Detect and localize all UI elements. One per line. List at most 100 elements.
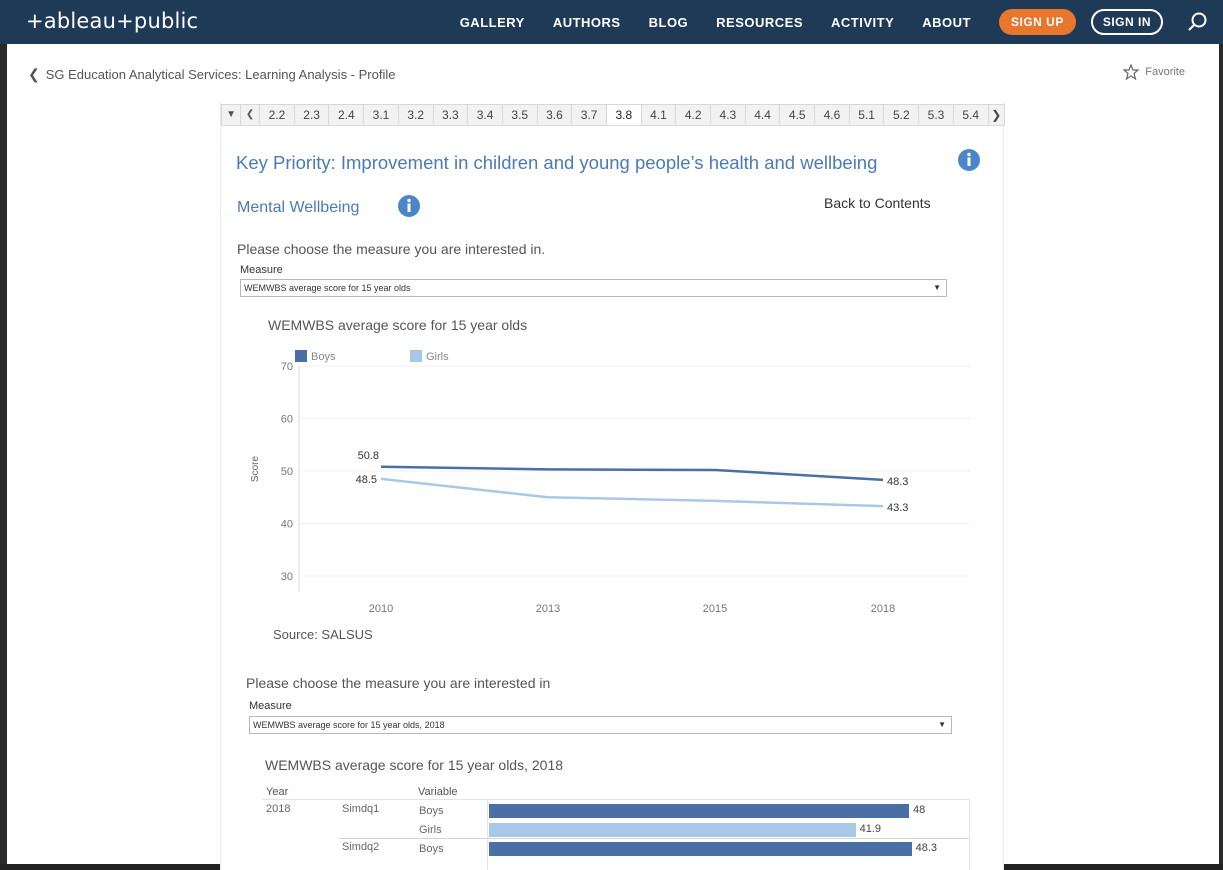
- star-icon[interactable]: [1123, 64, 1140, 80]
- main-nav: GALLERY AUTHORS BLOG RESOURCES ACTIVITY …: [460, 0, 1223, 44]
- series-line-boys[interactable]: [380, 465, 884, 482]
- chevron-left-icon[interactable]: ❮: [28, 66, 40, 83]
- tab-2-4[interactable]: 2.4: [329, 105, 365, 125]
- tab-3-5[interactable]: 3.5: [503, 105, 538, 125]
- breadcrumb[interactable]: ❮ SG Education Analytical Services: Lear…: [28, 66, 395, 83]
- bar-boys[interactable]: [489, 804, 909, 818]
- breadcrumb-label[interactable]: SG Education Analytical Services: Learni…: [46, 67, 396, 82]
- tableau-public-logo[interactable]: +ableau+public: [26, 9, 198, 33]
- key-priority-title: Key Priority: Improvement in children an…: [236, 152, 878, 173]
- top-nav-bar: +ableau+public GALLERY AUTHORS BLOG RESO…: [0, 0, 1223, 44]
- y-axis-title: Score: [250, 456, 261, 483]
- y-tick-label: 30: [281, 571, 293, 583]
- tab-4-1[interactable]: 4.1: [642, 105, 677, 125]
- sign-up-button[interactable]: SIGN UP: [998, 9, 1076, 35]
- tab-list: 2.2 2.3 2.4 3.1 3.2 3.3 3.4 3.5 3.6 3.7 3.8 4.1 4.2 4…: [260, 105, 989, 125]
- table-group-label: Simdq1: [342, 803, 380, 815]
- bar-value-label: 48.3: [915, 842, 938, 854]
- tab-3-6[interactable]: 3.6: [538, 105, 573, 125]
- source-note: Source: SALSUS: [273, 627, 373, 642]
- tab-scroll-left[interactable]: ❮: [241, 105, 261, 125]
- tab-4-2[interactable]: 4.2: [676, 105, 712, 125]
- chart-legend: Boys Girls: [295, 350, 449, 363]
- favorite-label[interactable]: Favorite: [1145, 66, 1185, 78]
- tab-5-4[interactable]: 5.4: [954, 105, 989, 125]
- tab-2-2[interactable]: 2.2: [260, 105, 295, 125]
- table-divider: [969, 799, 970, 870]
- x-tick-label: 2013: [536, 603, 560, 615]
- tab-menu-dropdown[interactable]: ▼: [222, 105, 242, 125]
- tab-3-2[interactable]: 3.2: [399, 105, 434, 125]
- tableau-dashboard: ▼ ❮ 2.2 2.3 2.4 3.1 3.2 3.3 3.4 3.5 3.6 3.7 3.8 4.1…: [220, 102, 1005, 870]
- tab-4-3[interactable]: 4.3: [711, 105, 746, 125]
- nav-blog[interactable]: BLOG: [649, 15, 689, 30]
- table-variable-label: Girls: [419, 824, 442, 836]
- table-variable-label: Boys: [419, 843, 444, 855]
- sheet-tab-strip: ▼ ❮ 2.2 2.3 2.4 3.1 3.2 3.3 3.4 3.5 3.6 3.7 3.8 4.1…: [221, 104, 1005, 126]
- tab-3-7[interactable]: 3.7: [572, 105, 607, 125]
- measure-dropdown-value: WEMWBS average score for 15 year olds: [244, 283, 411, 293]
- table-divider: [339, 838, 969, 839]
- nav-resources[interactable]: RESOURCES: [716, 15, 803, 30]
- measure-dropdown-2[interactable]: WEMWBS average score for 15 year olds, 2…: [249, 716, 952, 734]
- measure-dropdown[interactable]: WEMWBS average score for 15 year olds ▼: [240, 279, 947, 297]
- legend-label-boys[interactable]: Boys: [311, 351, 336, 363]
- y-tick-label: 50: [281, 466, 293, 478]
- measure-dropdown-2-value: WEMWBS average score for 15 year olds, 2…: [253, 720, 445, 730]
- line-chart: 70 60 50 40 30 2010 2013 2015 2018 Score 50.8 48.3…: [250, 350, 971, 615]
- x-tick-label: 2015: [703, 603, 727, 615]
- series-line-girls[interactable]: [380, 477, 884, 508]
- tab-5-1[interactable]: 5.1: [850, 105, 885, 125]
- x-tick-label: 2018: [871, 603, 895, 615]
- tab-3-1[interactable]: 3.1: [364, 105, 399, 125]
- chart-ticks: 70 60 50 40 30 2010 2013 2015 2018 Score: [250, 361, 895, 615]
- chevron-down-icon: ▼: [933, 283, 941, 292]
- sign-in-button[interactable]: SIGN IN: [1090, 9, 1163, 35]
- y-tick-label: 60: [281, 414, 293, 426]
- tab-5-2[interactable]: 5.2: [884, 105, 920, 125]
- chart-series: 50.8 48.3 48.5 43.3: [356, 450, 909, 514]
- table-header-year: Year: [266, 786, 289, 798]
- tab-3-4[interactable]: 3.4: [468, 105, 503, 125]
- bar-girls[interactable]: [489, 823, 856, 837]
- table-divider: [262, 799, 970, 800]
- favorite-button[interactable]: Favorite: [1123, 64, 1185, 80]
- measure-prompt: Please choose the measure you are intere…: [237, 241, 546, 257]
- tab-4-6[interactable]: 4.6: [815, 105, 850, 125]
- data-label: 48.5: [356, 474, 377, 486]
- data-label: 50.8: [358, 450, 379, 462]
- data-label: 48.3: [887, 476, 908, 488]
- legend-label-girls[interactable]: Girls: [426, 351, 449, 363]
- tab-scroll-right[interactable]: ❯: [989, 108, 1004, 122]
- bar-value-label: 41.9: [859, 823, 882, 835]
- nav-authors[interactable]: AUTHORS: [553, 15, 621, 30]
- chart-title: WEMWBS average score for 15 year olds: [268, 317, 528, 333]
- section-title: Mental Wellbeing: [237, 199, 360, 216]
- tab-3-3[interactable]: 3.3: [434, 105, 469, 125]
- nav-activity[interactable]: ACTIVITY: [831, 15, 894, 30]
- bar-value-label: 48: [913, 804, 926, 816]
- tab-3-8[interactable]: 3.8: [606, 105, 642, 125]
- tab-4-4[interactable]: 4.4: [746, 105, 781, 125]
- nav-about[interactable]: ABOUT: [922, 15, 971, 30]
- tab-4-5[interactable]: 4.5: [780, 105, 816, 125]
- legend-swatch-girls[interactable]: [410, 350, 422, 362]
- tab-5-3[interactable]: 5.3: [919, 105, 954, 125]
- legend-swatch-boys[interactable]: [295, 350, 307, 362]
- table-header-variable: Variable: [418, 786, 458, 798]
- search-icon[interactable]: [1187, 11, 1209, 33]
- tab-2-3[interactable]: 2.3: [295, 105, 330, 125]
- y-tick-label: 70: [281, 361, 293, 373]
- info-icon[interactable]: [957, 148, 981, 172]
- nav-gallery[interactable]: GALLERY: [460, 15, 525, 30]
- info-icon[interactable]: [397, 194, 421, 218]
- screen-bezel-right: [1219, 44, 1223, 870]
- back-to-contents-link[interactable]: Back to Contents: [824, 195, 931, 211]
- data-label: 43.3: [887, 502, 908, 514]
- table-group-label: Simdq2: [342, 841, 380, 853]
- x-tick-label: 2010: [369, 603, 393, 615]
- screen-bezel-left: [0, 44, 7, 870]
- measure-label: Measure: [240, 264, 283, 276]
- bar-boys[interactable]: [489, 842, 912, 856]
- measure-label-2: Measure: [249, 700, 292, 712]
